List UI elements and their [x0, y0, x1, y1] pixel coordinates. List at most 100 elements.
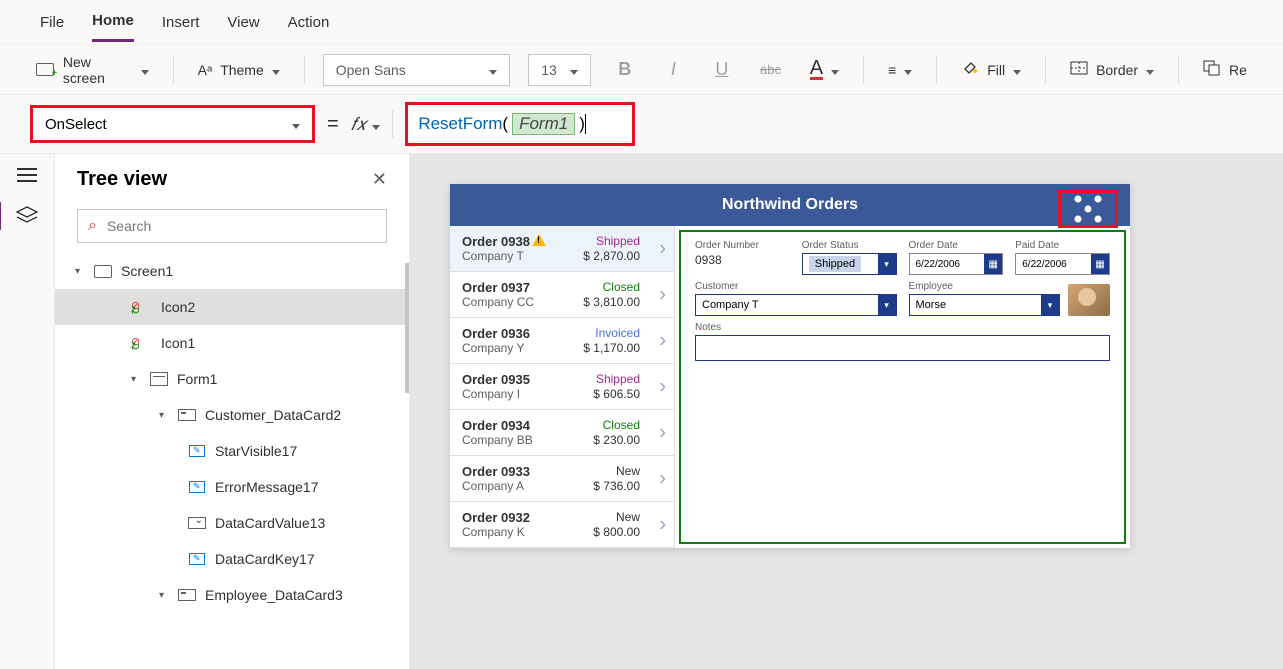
list-item[interactable]: Order 0937Company CCClosed$ 3,810.00›: [450, 272, 674, 318]
italic-button[interactable]: I: [658, 54, 689, 86]
paid-date-picker[interactable]: 6/22/2006▦: [1015, 253, 1110, 275]
close-icon[interactable]: ✕: [372, 169, 387, 190]
menu-view[interactable]: View: [227, 4, 259, 41]
menu-action[interactable]: Action: [288, 4, 330, 41]
tree-label: Icon1: [161, 335, 195, 351]
bold-button[interactable]: B: [609, 54, 640, 86]
tree-label: Icon2: [161, 299, 195, 315]
app-body: Order 0938Company TShipped$ 2,870.00›Ord…: [450, 226, 1130, 548]
border-button[interactable]: Border: [1064, 57, 1160, 82]
chevron-right-icon: ›: [659, 513, 666, 536]
order-amount: $ 736.00: [593, 479, 640, 493]
font-color-button[interactable]: A: [804, 55, 845, 84]
scrollbar-thumb[interactable]: [405, 263, 409, 393]
font-family-select[interactable]: Open Sans: [323, 54, 511, 86]
chevron-down-icon: [1146, 62, 1154, 78]
list-item[interactable]: Order 0932Company KNew$ 800.00›: [450, 502, 674, 548]
tree-node-icon2[interactable]: ⊘+↻ Icon2: [55, 289, 409, 325]
separator: [1045, 56, 1046, 84]
notes-input[interactable]: [695, 335, 1110, 361]
formula-input[interactable]: ResetForm(Form1): [405, 102, 635, 146]
chevron-down-icon: ▾: [878, 254, 896, 274]
menu-home[interactable]: Home: [92, 2, 134, 42]
order-status: Closed: [603, 280, 640, 294]
font-size-select[interactable]: 13: [528, 54, 591, 86]
formula-argument: Form1: [512, 113, 575, 135]
expander-icon[interactable]: ▾: [159, 410, 169, 421]
separator: [936, 56, 937, 84]
fx-button[interactable]: 𝑓𝑥: [351, 114, 381, 135]
font-color-icon: A: [810, 59, 823, 80]
left-rail: [0, 154, 55, 669]
workspace: Tree view ✕ ⌕ ▾ Screen1 ⊘+↻ Icon2 ⊘+↻ Ic…: [0, 154, 1283, 669]
datacard-icon: [177, 407, 197, 423]
list-item[interactable]: Order 0934Company BBClosed$ 230.00›: [450, 410, 674, 456]
chevron-right-icon: ›: [659, 329, 666, 352]
order-status: New: [616, 464, 640, 478]
status-dropdown[interactable]: Shipped▾: [802, 253, 897, 275]
order-date-picker[interactable]: 6/22/2006▦: [909, 253, 1004, 275]
property-value: OnSelect: [45, 116, 107, 133]
hamburger-icon[interactable]: [17, 168, 37, 182]
fill-button[interactable]: Fill: [955, 55, 1027, 84]
field-order-number: Order Number 0938: [695, 240, 790, 275]
reorder-button[interactable]: Re: [1197, 56, 1253, 83]
chevron-down-icon: [1013, 62, 1021, 78]
orders-list: Order 0938Company TShipped$ 2,870.00›Ord…: [450, 226, 675, 548]
new-screen-button[interactable]: + New screen: [30, 50, 155, 90]
list-item[interactable]: Order 0938Company TShipped$ 2,870.00›: [450, 226, 674, 272]
search-input[interactable]: [107, 218, 376, 234]
employee-dropdown[interactable]: Morse▾: [909, 294, 1061, 316]
cancel-icon: [1068, 194, 1108, 224]
theme-button[interactable]: Aᵃ Theme: [192, 58, 286, 82]
expander-icon[interactable]: ▾: [75, 266, 85, 277]
tree-node-employee-card[interactable]: ▾ Employee_DataCard3: [55, 577, 409, 613]
chevron-down-icon: [831, 62, 839, 78]
selected-cancel-icon[interactable]: [1058, 190, 1118, 228]
field-label: Customer: [695, 281, 897, 292]
app-preview: Northwind Orders Order 0938Company TShip…: [450, 184, 1130, 548]
label-icon: [187, 551, 207, 567]
underline-button[interactable]: U: [707, 54, 738, 86]
menu-insert[interactable]: Insert: [162, 4, 200, 41]
separator: [1178, 56, 1179, 84]
field-customer: Customer Company T▾: [695, 281, 897, 316]
list-item[interactable]: Order 0933Company ANew$ 736.00›: [450, 456, 674, 502]
screen-icon: [93, 263, 113, 279]
align-button[interactable]: ≡: [882, 58, 918, 82]
list-item[interactable]: Order 0936Company YInvoiced$ 1,170.00›: [450, 318, 674, 364]
new-screen-label: New screen: [63, 54, 133, 86]
list-item[interactable]: Order 0935Company IShipped$ 606.50›: [450, 364, 674, 410]
calendar-icon: ▦: [984, 254, 1002, 274]
field-employee-area: Employee Morse▾: [909, 281, 1111, 316]
formula-function: ResetForm: [418, 114, 502, 134]
expander-icon[interactable]: ▾: [159, 590, 169, 601]
strikethrough-button[interactable]: abc: [755, 54, 786, 86]
tree-view-rail-button[interactable]: [16, 206, 38, 230]
theme-label: Theme: [220, 62, 264, 78]
tree-node-errormessage[interactable]: ErrorMessage17: [55, 469, 409, 505]
tree-node-customer-card[interactable]: ▾ Customer_DataCard2: [55, 397, 409, 433]
tree-search-box[interactable]: ⌕: [77, 209, 387, 243]
chevron-down-icon: [372, 114, 380, 135]
field-label: Order Status: [802, 240, 897, 251]
tree-label: Customer_DataCard2: [205, 407, 341, 423]
formula-bar: OnSelect = 𝑓𝑥 ResetForm(Form1): [0, 94, 1283, 154]
tree-node-screen1[interactable]: ▾ Screen1: [55, 253, 409, 289]
tree-node-form1[interactable]: ▾ Form1: [55, 361, 409, 397]
customer-dropdown[interactable]: Company T▾: [695, 294, 897, 316]
expander-icon[interactable]: ▾: [131, 374, 141, 385]
tree-label: Form1: [177, 371, 217, 387]
tree-node-datacardkey[interactable]: DataCardKey17: [55, 541, 409, 577]
separator: [863, 56, 864, 84]
tree-node-icon1[interactable]: ⊘+↻ Icon1: [55, 325, 409, 361]
tree-node-starvisible[interactable]: StarVisible17: [55, 433, 409, 469]
chevron-down-icon: [272, 62, 280, 78]
property-dropdown[interactable]: OnSelect: [30, 105, 315, 143]
order-status: Shipped: [596, 372, 640, 386]
tree-node-datacardvalue[interactable]: DataCardValue13: [55, 505, 409, 541]
menu-file[interactable]: File: [40, 4, 64, 41]
screen-icon: +: [36, 62, 55, 78]
field-value: 0938: [695, 253, 790, 267]
tree-view-title: Tree view: [77, 168, 167, 191]
